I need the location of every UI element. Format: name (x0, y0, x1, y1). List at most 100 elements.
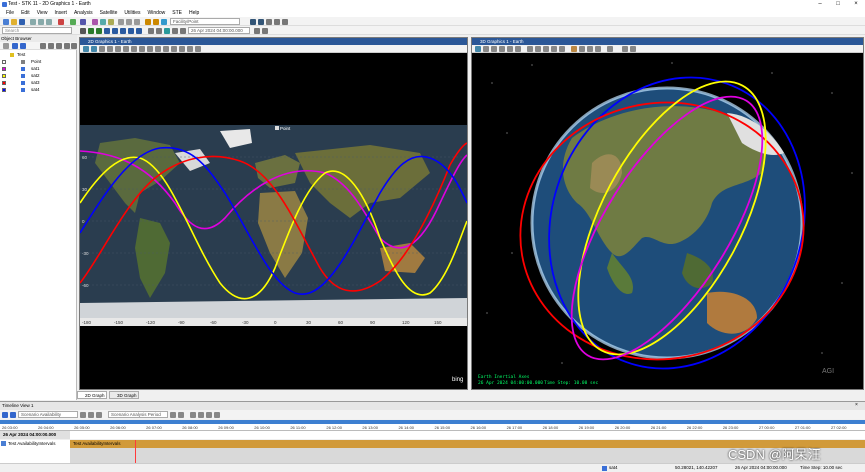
tool-icon[interactable] (147, 46, 153, 52)
close-icon[interactable]: × (847, 0, 865, 9)
tool-icon[interactable] (163, 46, 169, 52)
tool-icon[interactable] (535, 46, 541, 52)
tool-icon[interactable] (96, 411, 102, 418)
tool-icon[interactable] (48, 43, 54, 49)
tool-icon[interactable] (178, 411, 184, 418)
tool-icon[interactable] (622, 46, 628, 52)
tool-icon[interactable] (2, 411, 8, 418)
minimize-icon[interactable]: – (811, 0, 829, 9)
tool-icon[interactable] (56, 43, 62, 49)
tool-icon[interactable] (3, 43, 9, 49)
menu-edit[interactable]: Edit (21, 9, 30, 17)
tool-icon[interactable] (483, 46, 489, 52)
menu-window[interactable]: Window (148, 9, 166, 17)
globe-3d-view[interactable]: Earth Inertial Axes 26 Apr 2024 04:00:00… (472, 53, 863, 389)
tool-icon[interactable] (499, 46, 505, 52)
analysis-period-combo[interactable]: Scenario Analysis Period (108, 411, 168, 418)
tool-icon[interactable] (475, 46, 481, 52)
tool-icon[interactable] (10, 411, 16, 418)
tool-icon[interactable] (170, 411, 176, 418)
tab-2d-graph[interactable]: 2D Graph (77, 391, 107, 399)
tool-icon[interactable] (172, 27, 178, 34)
menu-help[interactable]: Help (189, 9, 199, 17)
tab-3d-graph[interactable]: 3D Graph (109, 391, 139, 399)
tool-icon[interactable] (148, 27, 154, 34)
tool-icon[interactable] (274, 18, 280, 25)
tool-icon[interactable] (282, 18, 288, 25)
zoom-in-icon[interactable] (99, 46, 105, 52)
access-icon[interactable] (108, 18, 114, 25)
tool-icon[interactable] (131, 46, 137, 52)
tool-icon[interactable] (195, 46, 201, 52)
tool-icon[interactable] (515, 46, 521, 52)
tool-icon[interactable] (83, 46, 89, 52)
tool-icon[interactable] (115, 46, 121, 52)
tool-icon[interactable] (180, 27, 186, 34)
maximize-icon[interactable]: □ (829, 0, 847, 9)
tool-icon[interactable] (543, 46, 549, 52)
menu-insert[interactable]: Insert (54, 9, 67, 17)
tool-icon[interactable] (171, 46, 177, 52)
current-time-marker[interactable] (135, 440, 136, 464)
reset-icon[interactable] (80, 27, 86, 34)
tool-icon[interactable] (91, 46, 97, 52)
tool-icon[interactable] (579, 46, 585, 52)
faster-icon[interactable] (128, 27, 134, 34)
copy-icon[interactable] (38, 18, 44, 25)
satellite-icon[interactable] (161, 18, 167, 25)
tool-icon[interactable] (607, 46, 613, 52)
tool-icon[interactable] (206, 411, 212, 418)
visibility-checkbox[interactable] (2, 87, 6, 92)
tool-icon[interactable] (595, 46, 601, 52)
tool-icon[interactable] (630, 46, 636, 52)
tool-icon[interactable] (262, 27, 268, 34)
facility-icon[interactable] (145, 18, 151, 25)
tool-icon[interactable] (88, 411, 94, 418)
search-box[interactable]: Search (2, 27, 72, 34)
graph-icon[interactable] (100, 18, 106, 25)
tool-icon[interactable] (527, 46, 533, 52)
view-2d-icon[interactable] (250, 18, 256, 25)
tree-item-sat3[interactable]: sat3 (0, 79, 77, 86)
menu-file[interactable]: File (6, 9, 14, 17)
tool-icon[interactable] (123, 46, 129, 52)
tool-icon[interactable] (118, 18, 124, 25)
step-back-icon[interactable] (112, 27, 118, 34)
tool-icon[interactable] (187, 46, 193, 52)
tool-icon[interactable] (190, 411, 196, 418)
tool-icon[interactable] (20, 43, 26, 49)
tool-icon[interactable] (71, 43, 77, 49)
availability-combo[interactable]: Scenario Availability (18, 411, 78, 418)
tool-icon[interactable] (156, 27, 162, 34)
properties-icon[interactable] (80, 18, 86, 25)
tool-icon[interactable] (587, 46, 593, 52)
tool-icon[interactable] (491, 46, 497, 52)
close-icon[interactable] (73, 36, 76, 40)
menu-analysis[interactable]: Analysis (74, 9, 93, 17)
paste-icon[interactable] (46, 18, 52, 25)
tool-icon[interactable] (214, 411, 220, 418)
tool-icon[interactable] (155, 46, 161, 52)
tree-item-test[interactable]: Test (0, 51, 77, 58)
tool-icon[interactable] (12, 43, 18, 49)
object-combo[interactable]: Facility/Point (170, 18, 240, 25)
view-3d-icon[interactable] (258, 18, 264, 25)
pause-icon[interactable] (104, 27, 110, 34)
tree-item-sat4[interactable]: sat4 (0, 86, 77, 93)
current-time-field[interactable]: 26 Apr 2024 04:00:00.000 (188, 27, 250, 34)
visibility-checkbox[interactable] (2, 59, 6, 64)
menu-view[interactable]: View (37, 9, 48, 17)
tree-item-sat1[interactable]: sat1 (0, 65, 77, 72)
tool-icon[interactable] (559, 46, 565, 52)
menu-satellite[interactable]: Satellite (100, 9, 118, 17)
menu-ste[interactable]: STE (172, 9, 182, 17)
open-icon[interactable] (11, 18, 17, 25)
time-axis[interactable]: 26 03:00 26 04:00 26 05:00 26 06:00 26 07:00… (0, 420, 865, 431)
place-icon[interactable] (153, 18, 159, 25)
tool-icon[interactable] (571, 46, 577, 52)
tool-icon[interactable] (266, 18, 272, 25)
menu-utilities[interactable]: Utilities (124, 9, 140, 17)
tool-icon[interactable] (551, 46, 557, 52)
visibility-checkbox[interactable] (2, 80, 6, 85)
close-icon[interactable]: × (855, 402, 858, 408)
